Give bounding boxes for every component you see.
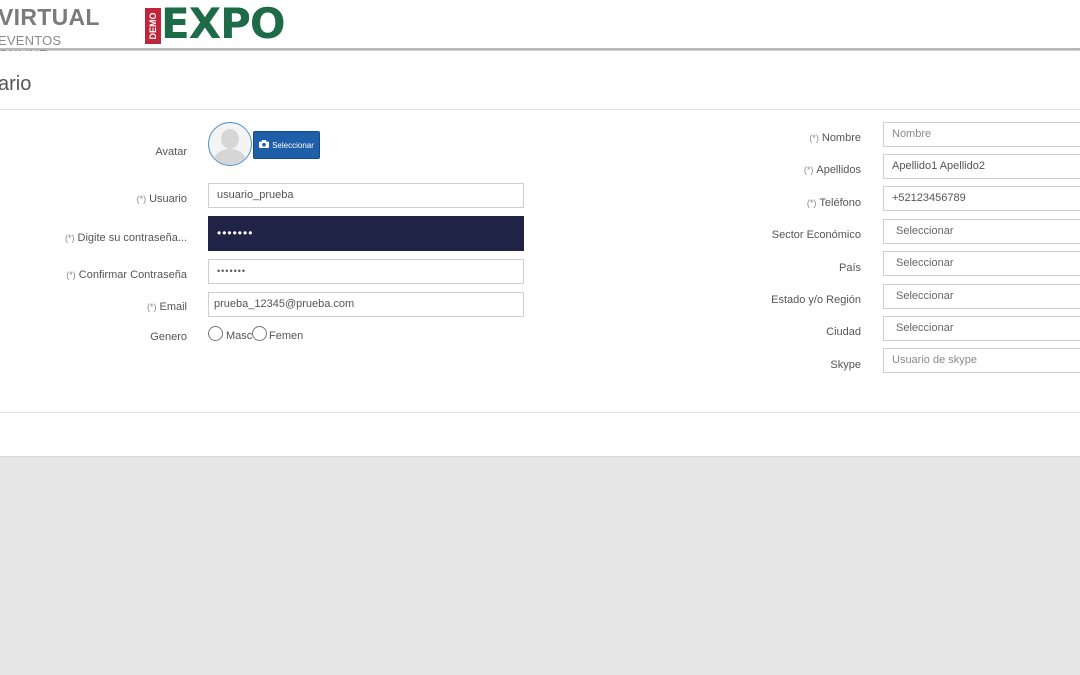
email-required-mark: (*) [146, 302, 157, 312]
avatar-label: Avatar [120, 145, 187, 159]
confirm-password-label-text: Confirmar Contraseña [78, 269, 187, 281]
avatar-head-shape [221, 129, 239, 149]
estado-label-text: Estado y/o Región [771, 294, 861, 306]
usuario-label: (*) Usuario [80, 192, 187, 206]
sector-select[interactable]: Seleccionar [883, 219, 1080, 244]
telefono-label-text: Teléfono [819, 197, 861, 209]
estado-select[interactable]: Seleccionar [883, 284, 1080, 309]
pais-label: País [700, 261, 861, 275]
genero-label: Genero [120, 330, 187, 344]
skype-label: Skype [700, 358, 861, 372]
nombre-label: (*) Nombre [700, 131, 861, 145]
nombre-label-text: Nombre [821, 132, 861, 144]
logo-demo-text: DEMO [148, 12, 158, 40]
nombre-input[interactable]: Nombre [883, 122, 1080, 147]
password-required-mark: (*) [65, 233, 75, 243]
confirm-password-input[interactable]: ••••••• [208, 259, 524, 284]
email-input[interactable]: prueba_12345@prueba.com [208, 292, 524, 317]
genero-masc-label: Masc [226, 330, 253, 342]
page-title: ario [0, 73, 32, 95]
avatar-body-shape [214, 149, 246, 165]
logo-expo-text: EXPO [161, 0, 286, 48]
telefono-label: (*) Teléfono [700, 196, 861, 210]
telefono-input[interactable]: +52123456789 [883, 186, 1080, 211]
sector-label-text: Sector Económico [771, 229, 861, 241]
ciudad-label: Ciudad [700, 325, 861, 339]
form-footer-divider [0, 412, 1080, 413]
email-label: (*) Email [80, 300, 187, 314]
usuario-required-mark: (*) [136, 194, 147, 204]
apellidos-input[interactable]: Apellido1 Apellido2 [883, 154, 1080, 179]
genero-masc-radio[interactable] [208, 326, 223, 341]
usuario-input[interactable]: usuario_prueba [208, 183, 524, 208]
apellidos-required-mark: (*) [803, 165, 814, 175]
apellidos-label-text: Apellidos [816, 164, 861, 176]
skype-input[interactable]: Usuario de skype [883, 348, 1080, 373]
camera-icon [259, 132, 270, 160]
estado-label: Estado y/o Región [700, 293, 861, 307]
select-avatar-button[interactable]: Seleccionar [253, 131, 320, 159]
telefono-required-mark: (*) [806, 198, 817, 208]
avatar-label-text: Avatar [155, 146, 187, 158]
genero-femen-radio[interactable] [252, 326, 267, 341]
pais-select[interactable]: Seleccionar [883, 251, 1080, 276]
usuario-label-text: Usuario [149, 193, 187, 205]
logo-virtual-title: VIRTUAL [0, 4, 100, 30]
avatar-placeholder-icon [208, 122, 252, 166]
select-avatar-button-label: Seleccionar [272, 141, 314, 151]
ciudad-select[interactable]: Seleccionar [883, 316, 1080, 341]
sector-label: Sector Económico [700, 228, 861, 242]
nombre-required-mark: (*) [809, 133, 819, 143]
title-divider [0, 109, 1080, 110]
virtual-eventos-logo[interactable]: VIRTUAL EVENTOS ONLINE [0, 4, 108, 62]
skype-label-text: Skype [830, 359, 861, 371]
password-label: (*) Digite su contraseña... [40, 231, 187, 245]
demo-expo-logo[interactable]: DEMO EXPO [145, 2, 286, 46]
password-input[interactable]: ••••••• [208, 216, 524, 251]
pais-label-text: País [838, 262, 861, 274]
top-header: VIRTUAL EVENTOS ONLINE DEMO EXPO [0, 0, 1080, 62]
genero-femen-label: Femen [269, 330, 304, 342]
user-form-panel: ario Avatar Seleccionar (*) Usuario usuar… [0, 51, 1080, 457]
password-label-text: Digite su contraseña... [77, 232, 187, 244]
email-label-text: Email [159, 301, 187, 313]
confirm-password-label: (*) Confirmar Contraseña [40, 268, 187, 282]
genero-label-text: Genero [150, 331, 187, 343]
apellidos-label: (*) Apellidos [700, 163, 861, 177]
confirm-password-required-mark: (*) [66, 270, 76, 280]
ciudad-label-text: Ciudad [826, 326, 861, 338]
